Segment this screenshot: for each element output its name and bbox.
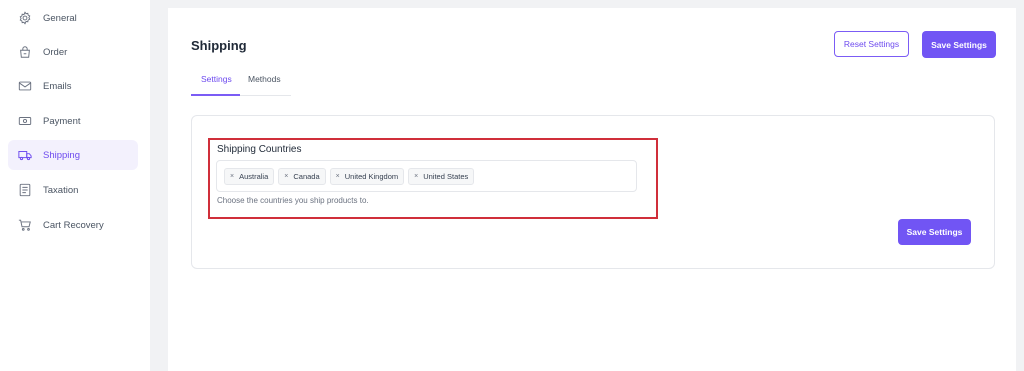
sidebar-item-emails[interactable]: Emails — [8, 71, 138, 101]
country-tag[interactable]: × United States — [408, 167, 475, 185]
envelope-icon — [17, 78, 33, 94]
sidebar-item-label: Cart Recovery — [43, 219, 104, 231]
active-tab-indicator — [191, 94, 240, 96]
remove-tag-icon[interactable]: × — [336, 173, 340, 180]
sidebar-item-label: Payment — [43, 115, 81, 127]
remove-tag-icon[interactable]: × — [230, 173, 234, 180]
shipping-countries-input[interactable]: × Australia × Canada × United Kingdom × Unit… — [216, 160, 637, 192]
sidebar-item-label: Order — [43, 46, 68, 58]
settings-card: Shipping Reset Settings Save Settings Se… — [168, 8, 1016, 371]
tag-label: Canada — [293, 171, 320, 181]
remove-tag-icon[interactable]: × — [284, 173, 288, 180]
country-tag[interactable]: × United Kingdom — [329, 167, 405, 185]
shipping-settings-panel: Shipping Countries × Australia × Canada × U… — [191, 115, 995, 269]
tag-label: Australia — [239, 171, 269, 181]
panel-save-settings-button[interactable]: Save Settings — [898, 219, 971, 245]
sidebar-item-label: Shipping — [43, 149, 80, 161]
country-tag[interactable]: × Australia — [224, 167, 275, 185]
sidebar-item-label: Emails — [43, 80, 72, 92]
save-settings-button[interactable]: Save Settings — [922, 31, 996, 58]
sidebar-item-payment[interactable]: Payment — [8, 106, 138, 136]
tab-methods[interactable]: Methods — [248, 74, 281, 84]
cart-icon — [17, 217, 33, 233]
sidebar-item-general[interactable]: General — [8, 3, 138, 33]
remove-tag-icon[interactable]: × — [414, 173, 418, 180]
page-title: Shipping — [191, 38, 247, 53]
sidebar-item-label: Taxation — [43, 184, 79, 196]
sidebar-item-label: General — [43, 12, 77, 24]
helper-text: Choose the countries you ship products t… — [217, 196, 369, 205]
banknote-icon — [17, 113, 33, 129]
receipt-icon — [17, 182, 33, 198]
tab-settings[interactable]: Settings — [201, 74, 232, 84]
sidebar-item-cart-recovery[interactable]: Cart Recovery — [8, 210, 138, 240]
tag-label: United States — [423, 171, 469, 181]
sidebar-item-order[interactable]: Order — [8, 37, 138, 67]
bag-icon — [17, 44, 33, 60]
sidebar-item-shipping[interactable]: Shipping — [8, 140, 138, 170]
gear-icon — [17, 10, 33, 26]
reset-settings-button[interactable]: Reset Settings — [834, 31, 909, 57]
tab-bar: Settings Methods — [191, 66, 291, 96]
tag-label: United Kingdom — [344, 171, 399, 181]
shipping-countries-label: Shipping Countries — [217, 144, 302, 155]
country-tag[interactable]: × Canada — [278, 167, 326, 185]
sidebar: General Order Emails Payment Shipping Ta… — [0, 0, 150, 371]
sidebar-item-taxation[interactable]: Taxation — [8, 175, 138, 205]
truck-icon — [17, 147, 33, 163]
